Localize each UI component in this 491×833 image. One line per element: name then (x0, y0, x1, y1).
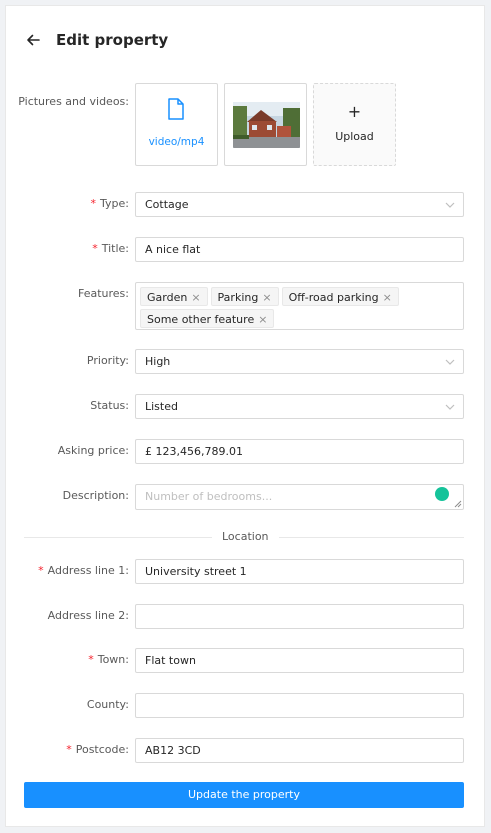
upload-button[interactable]: + Upload (313, 83, 396, 166)
asking-price-label: Asking price: (57, 444, 129, 457)
back-arrow-icon[interactable] (24, 31, 42, 49)
county-input[interactable] (135, 693, 464, 718)
address1-input[interactable]: University street 1 (135, 559, 464, 584)
required-mark: * (92, 242, 98, 255)
close-icon[interactable]: × (258, 313, 267, 326)
features-select[interactable]: Garden × Parking × Off-road parking × Some oth… (135, 282, 464, 330)
location-section-title: Location (212, 530, 279, 543)
grammarly-icon[interactable] (435, 487, 449, 501)
update-property-button[interactable]: Update the property (24, 782, 464, 808)
description-placeholder: Number of bedrooms... (145, 490, 273, 503)
town-label: * Town: (88, 653, 129, 666)
chevron-down-icon (445, 202, 455, 208)
features-label: Features: (77, 287, 129, 300)
status-value: Listed (145, 400, 178, 413)
title-input[interactable]: A nice flat (135, 237, 464, 262)
postcode-label: * Postcode: (66, 743, 129, 756)
house-photo-thumbnail (233, 102, 300, 148)
type-label: * Type: (90, 197, 129, 210)
status-label: Status: (90, 399, 129, 412)
county-label: County: (86, 698, 129, 711)
chevron-down-icon (445, 404, 455, 410)
close-icon[interactable]: × (191, 291, 200, 304)
town-input[interactable]: Flat town (135, 648, 464, 673)
image-thumbnail-card[interactable] (224, 83, 307, 166)
feature-tag: Garden × (140, 287, 208, 306)
page-title: Edit property (56, 31, 169, 49)
priority-value: High (145, 355, 171, 368)
priority-label: Priority: (86, 354, 129, 367)
feature-tag: Parking × (210, 287, 279, 306)
chevron-down-icon (445, 359, 455, 365)
resize-handle-icon[interactable] (454, 500, 462, 508)
edit-property-card: Edit property Pictures and videos: video… (5, 5, 485, 827)
asking-price-input[interactable]: £ 123,456,789.01 (135, 439, 464, 464)
upload-label: Upload (335, 130, 374, 143)
video-file-name[interactable]: video/mp4 (136, 136, 217, 148)
required-mark: * (90, 197, 97, 210)
close-icon[interactable]: × (262, 291, 271, 304)
video-file-card[interactable]: video/mp4 (135, 83, 218, 166)
feature-tag: Off-road parking × (281, 287, 399, 306)
type-select[interactable]: Cottage (135, 192, 464, 217)
address2-input[interactable] (135, 604, 464, 629)
required-mark: * (38, 564, 44, 577)
description-label: Description: (62, 489, 129, 502)
required-mark: * (66, 743, 72, 756)
type-value: Cottage (145, 198, 189, 211)
address2-label: Address line 2: (47, 609, 129, 622)
postcode-input[interactable]: AB12 3CD (135, 738, 464, 763)
media-label: Pictures and videos: (18, 95, 129, 108)
feature-tag: Some other feature × (140, 309, 275, 328)
address1-label: * Address line 1: (38, 564, 129, 577)
plus-icon: + (347, 102, 362, 121)
required-mark: * (88, 653, 94, 666)
status-select[interactable]: Listed (135, 394, 464, 419)
page-header: Edit property (24, 28, 168, 52)
priority-select[interactable]: High (135, 349, 464, 374)
title-label: * Title: (92, 242, 129, 255)
close-icon[interactable]: × (383, 291, 392, 304)
file-icon (168, 98, 184, 120)
description-textarea[interactable]: Number of bedrooms... (135, 484, 464, 510)
